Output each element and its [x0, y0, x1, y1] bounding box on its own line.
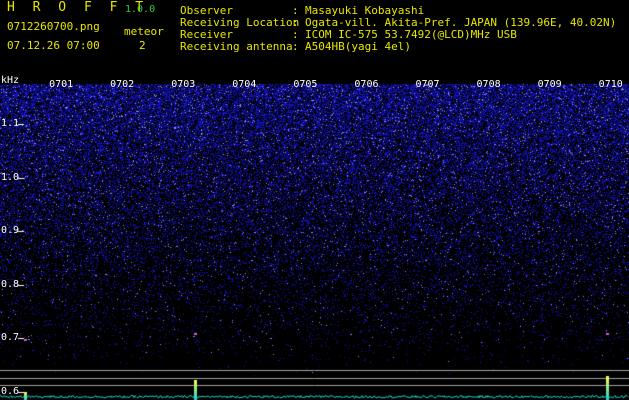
app-version: 1.0.0	[125, 4, 156, 15]
header-panel: H R O F F T 1.0.0 0712260700.png meteor …	[0, 0, 629, 72]
x-tick-label: 0701	[49, 79, 74, 90]
x-tick-label: 0708	[476, 79, 501, 90]
x-tick-label: 0709	[537, 79, 562, 90]
x-tick-label: 0704	[232, 79, 257, 90]
meteor-count: 2	[139, 39, 146, 52]
y-tick-label: 0.7	[1, 332, 20, 344]
meteor-label: meteor	[124, 25, 164, 38]
antenna-value: A504HB(yagi 4el)	[305, 40, 411, 53]
x-tick-label: 0707	[415, 79, 440, 90]
y-tick-label: 0.6	[1, 385, 20, 397]
x-tick-label: 0702	[110, 79, 135, 90]
file-name: 0712260700.png	[7, 20, 100, 33]
x-tick-label: 0710	[598, 79, 623, 90]
x-tick-label: 0705	[293, 79, 318, 90]
x-tick-label: 0706	[354, 79, 379, 90]
observation-datetime: 07.12.26 07:00	[7, 39, 100, 52]
y-tick-label: 1.1	[1, 118, 20, 130]
x-tick-label: 0703	[171, 79, 196, 90]
spectrogram-canvas	[0, 72, 629, 400]
y-tick-label: 1.0	[1, 171, 20, 183]
y-axis-unit: kHz	[1, 75, 20, 86]
y-tick-label: 0.8	[1, 278, 20, 290]
y-tick-label: 0.9	[1, 225, 20, 237]
antenna-separator: :	[292, 40, 299, 53]
antenna-label: Receiving antenna	[180, 40, 293, 53]
